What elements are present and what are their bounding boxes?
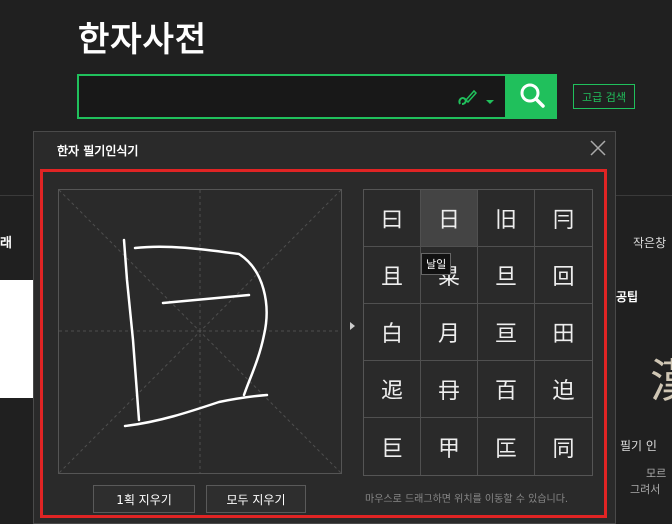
chevron-down-icon[interactable] (485, 91, 495, 110)
candidate-char[interactable]: 迡 (364, 361, 421, 418)
handwriting-canvas[interactable] (58, 189, 342, 474)
search-input[interactable] (85, 82, 449, 112)
candidate-char[interactable]: 冄 (421, 361, 478, 418)
candidate-char[interactable]: 亘 (478, 304, 535, 361)
candidate-char[interactable]: 匞 (478, 418, 535, 475)
candidate-char[interactable]: 迫 (535, 361, 592, 418)
tooltip: 날일 (421, 253, 452, 275)
page-title: 한자사전 (78, 20, 208, 60)
candidate-char[interactable]: 甲 (421, 418, 478, 475)
background-label: 래 (0, 236, 12, 251)
close-icon[interactable] (589, 139, 607, 157)
candidate-char[interactable]: 曰 (364, 190, 421, 247)
candidate-char[interactable]: 田 (535, 304, 592, 361)
tip-text-2: 모르 (646, 467, 667, 480)
candidate-char[interactable]: 同 (535, 418, 592, 475)
candidate-char[interactable]: 冃 (535, 190, 592, 247)
clear-all-button[interactable]: 모두 지우기 (206, 485, 306, 513)
drag-hint: 마우스로 드래그하면 위치를 이동할 수 있습니다. (365, 494, 569, 505)
candidate-char[interactable]: 且 (364, 247, 421, 304)
tip-text-1: 필기 인 (620, 439, 657, 453)
pen-link-icon[interactable] (455, 87, 479, 113)
tip-heading: 공팁 (616, 290, 639, 304)
candidate-grid: 曰日旧冃且㫧旦回白月亘田迡冄百迫巨甲匞同 (363, 189, 593, 476)
candidate-char[interactable]: 巨 (364, 418, 421, 475)
background-card (0, 280, 37, 398)
candidate-char[interactable]: 月 (421, 304, 478, 361)
small-window-link[interactable]: 작은창 (633, 234, 666, 251)
tip-big-char: 漢 (650, 345, 672, 411)
advanced-search-button[interactable]: 고급 검색 (573, 84, 635, 109)
search-bar[interactable] (77, 74, 507, 119)
search-icon (518, 81, 546, 113)
search-button[interactable] (507, 74, 557, 119)
panel-title: 한자 필기인식기 (57, 144, 139, 158)
candidate-char[interactable]: 日 (421, 190, 478, 247)
tip-text-3: 그려서 (630, 483, 661, 496)
candidate-char[interactable]: 旦 (478, 247, 535, 304)
chevron-right-icon (350, 322, 355, 330)
candidate-char[interactable]: 白 (364, 304, 421, 361)
candidate-char[interactable]: 旧 (478, 190, 535, 247)
clear-stroke-button[interactable]: 1획 지우기 (93, 485, 195, 513)
candidate-char[interactable]: 百 (478, 361, 535, 418)
candidate-char[interactable]: 回 (535, 247, 592, 304)
